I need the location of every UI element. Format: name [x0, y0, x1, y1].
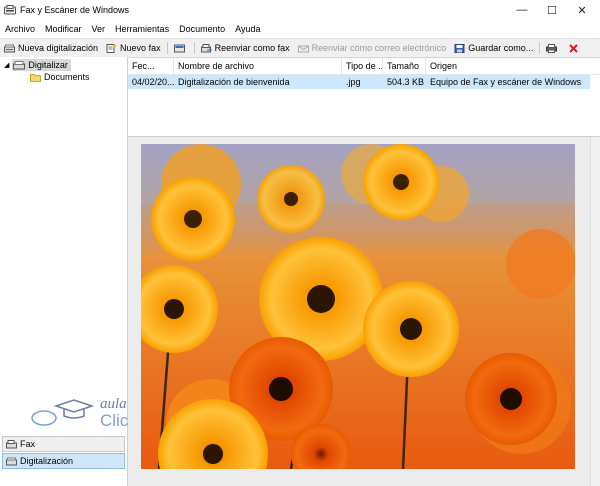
toolbar-separator	[193, 42, 195, 54]
delete-button[interactable]	[564, 40, 586, 56]
window-title: Fax y Escáner de Windows	[20, 5, 130, 15]
nav-scan-label: Digitalización	[20, 456, 74, 466]
menu-ver[interactable]: Ver	[87, 24, 111, 34]
menu-bar: Archivo Modificar Ver Herramientas Docum…	[0, 20, 600, 37]
tree-root-label: Digitalizar	[28, 60, 68, 70]
cell-type: .jpg	[346, 77, 361, 87]
cell-date: 04/02/20...	[132, 77, 174, 87]
save-as-button[interactable]: Guardar como...	[450, 40, 537, 56]
nav-fax-button[interactable]: Fax	[2, 436, 125, 452]
close-button[interactable]: ✕	[568, 0, 596, 20]
save-icon	[454, 43, 465, 53]
folder-icon	[30, 73, 41, 82]
table-row[interactable]: 04/02/20... Digitalización de bienvenida…	[128, 75, 590, 89]
menu-herramientas[interactable]: Herramientas	[110, 24, 174, 34]
collapse-arrow-icon[interactable]: ◢	[4, 61, 9, 69]
file-list: Fec... Nombre de archivo Tipo de ... Tam…	[128, 58, 600, 137]
file-list-header: Fec... Nombre de archivo Tipo de ... Tam…	[128, 58, 600, 75]
column-type[interactable]: Tipo de ...	[342, 58, 383, 74]
forward-email-label: Reenviar como correo electrónico	[311, 43, 447, 53]
fax-icon	[6, 439, 17, 448]
nav-fax-label: Fax	[20, 439, 36, 449]
cell-origin: Equipo de Fax y escáner de Windows	[430, 77, 582, 87]
cell-size: 504.3 KB	[387, 77, 425, 87]
toolbar-separator	[539, 42, 541, 54]
new-fax-icon	[106, 43, 117, 53]
view-icon	[173, 44, 185, 52]
maximize-button[interactable]: ☐	[538, 0, 566, 20]
save-as-label: Guardar como...	[468, 43, 534, 53]
new-scan-button[interactable]: Nueva digitalización	[0, 40, 102, 56]
new-fax-label: Nuevo fax	[120, 43, 161, 53]
forward-fax-icon	[200, 43, 212, 52]
menu-archivo[interactable]: Archivo	[0, 24, 40, 34]
forward-fax-button[interactable]: Reenviar como fax	[197, 40, 294, 56]
preview-image	[141, 144, 575, 469]
tree-child-label: Documents	[44, 72, 90, 82]
tree-child-row[interactable]: Documents	[30, 71, 90, 83]
menu-documento[interactable]: Documento	[174, 24, 230, 34]
forward-email-icon	[297, 45, 309, 52]
column-date[interactable]: Fec...	[128, 58, 174, 74]
toolbar-separator	[166, 42, 168, 54]
printer-icon	[546, 43, 558, 53]
column-filename[interactable]: Nombre de archivo	[174, 58, 342, 74]
delete-icon	[569, 43, 578, 53]
cell-filename: Digitalización de bienvenida	[178, 77, 290, 87]
toolbar: Nueva digitalización Nuevo fax Reenviar …	[0, 38, 600, 58]
column-origin[interactable]: Origen	[426, 58, 600, 74]
view-toggle-button[interactable]	[170, 40, 192, 56]
minimize-button[interactable]: —	[508, 0, 536, 20]
new-scan-label: Nueva digitalización	[18, 43, 99, 53]
nav-scan-button[interactable]: Digitalización	[2, 453, 125, 469]
watermark-text-aula: aula	[100, 396, 127, 412]
column-size[interactable]: Tamaño	[383, 58, 426, 74]
fax-scanner-app-icon	[4, 5, 16, 15]
menu-modificar[interactable]: Modificar	[40, 24, 87, 34]
new-fax-button[interactable]: Nuevo fax	[102, 40, 165, 56]
forward-email-button[interactable]: Reenviar como correo electrónico	[294, 40, 451, 56]
forward-fax-label: Reenviar como fax	[214, 43, 290, 53]
menu-ayuda[interactable]: Ayuda	[230, 24, 265, 34]
tree-root-row[interactable]: ◢ Digitalizar	[4, 59, 71, 71]
folder-pane: ◢ Digitalizar Documents aula Clic Fax Di…	[0, 57, 129, 486]
scan-icon	[6, 457, 17, 465]
watermark-text-clic: Clic	[100, 411, 129, 430]
preview-scrollbar[interactable]	[590, 137, 600, 486]
print-button[interactable]	[542, 40, 564, 56]
scanner-icon	[4, 44, 15, 52]
scanner-folder-icon	[13, 60, 26, 69]
aulaclic-watermark-logo: aula Clic	[31, 396, 129, 430]
